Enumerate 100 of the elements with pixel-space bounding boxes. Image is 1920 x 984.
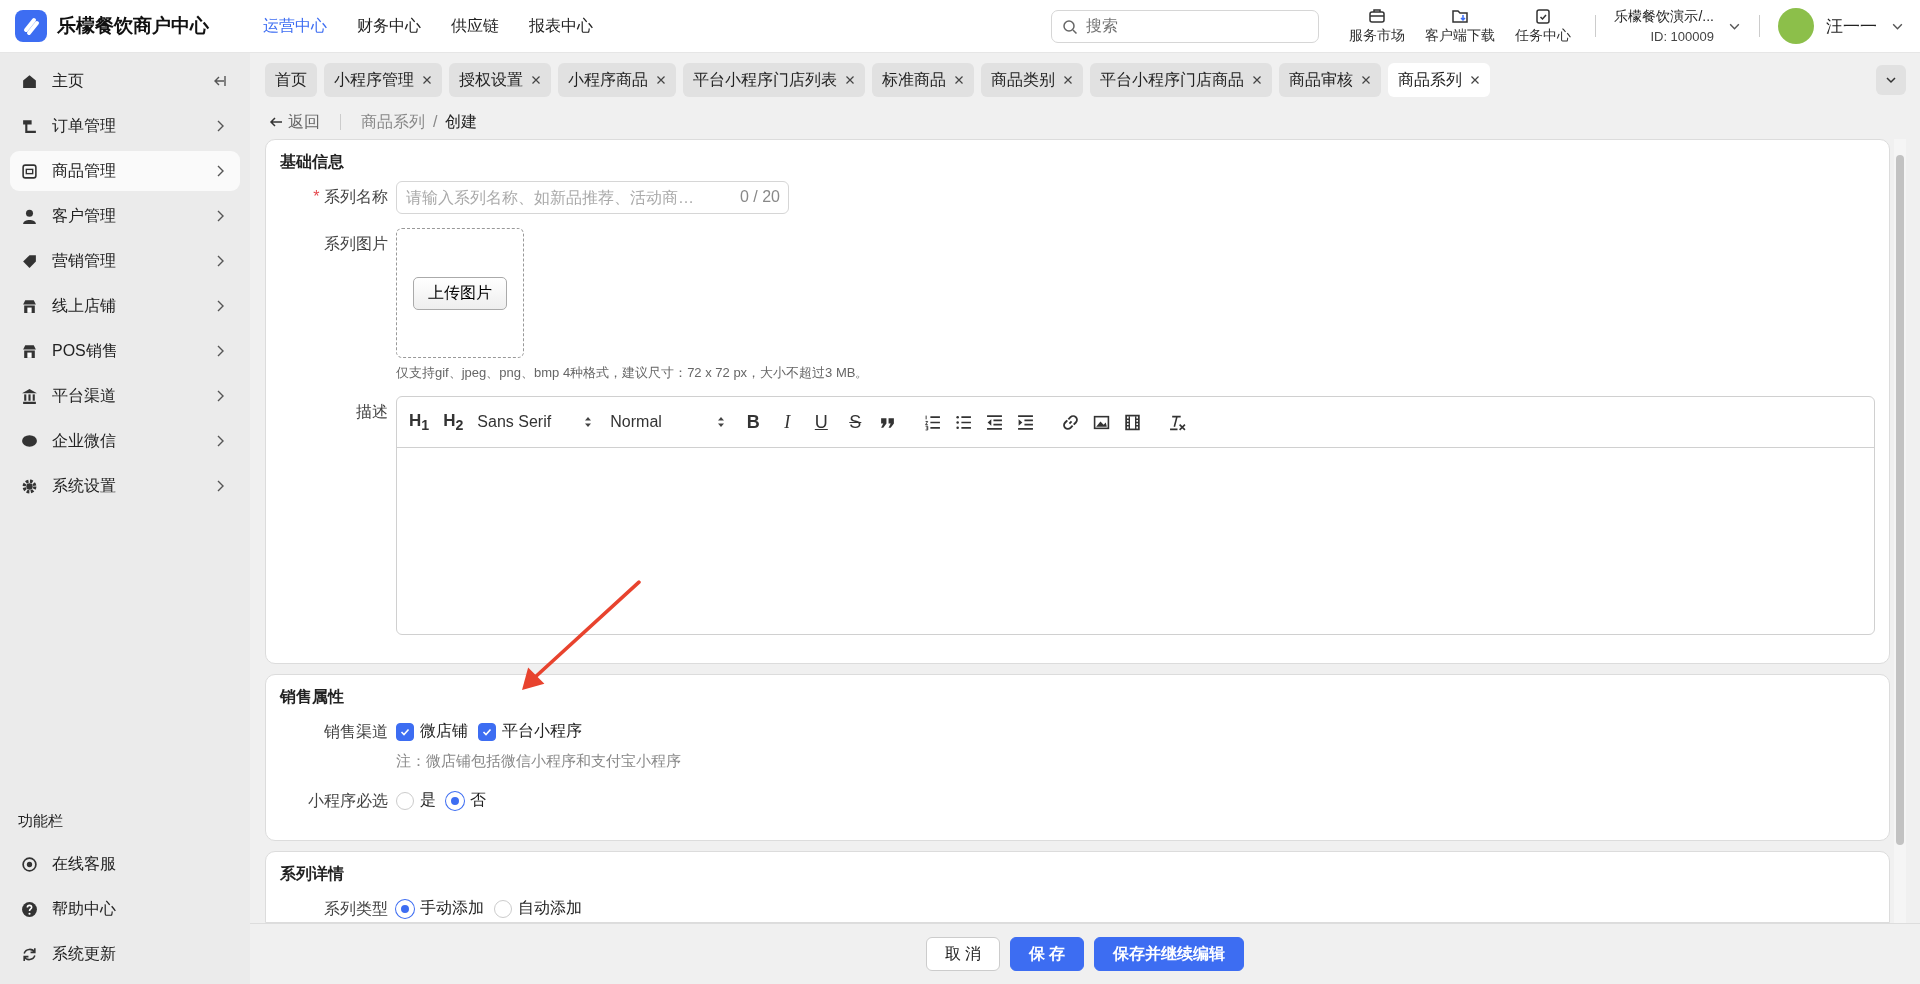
collapse-icon[interactable] <box>212 73 228 89</box>
field-label: 销售渠道 <box>324 723 388 740</box>
radio-button[interactable] <box>494 899 512 918</box>
tab[interactable]: 商品系列 <box>1388 63 1490 97</box>
primary-button[interactable]: 保 存 <box>1010 937 1085 971</box>
tab[interactable]: 小程序管理 <box>324 63 442 97</box>
checkbox-option[interactable]: 平台小程序 <box>478 721 582 742</box>
nav-link[interactable]: 运营中心 <box>263 15 327 37</box>
heading-button[interactable]: H$_{1}$ <box>409 410 430 434</box>
help-icon <box>21 900 38 918</box>
rich-text-editor[interactable]: H$_{1}$ H$_{2}$ Sans Serif Normal B I U S <box>396 396 1875 635</box>
sidebar-item[interactable]: 主页 <box>10 61 240 101</box>
folder-download-icon <box>1451 7 1470 25</box>
dropdown[interactable]: Normal <box>610 413 726 431</box>
link-icon[interactable] <box>1062 413 1080 431</box>
scrollbar[interactable] <box>1894 139 1906 923</box>
upload-area[interactable]: 上传图片 <box>396 228 524 358</box>
sidebar-item[interactable]: POS销售 <box>10 331 240 371</box>
tab[interactable]: 商品审核 <box>1279 63 1381 97</box>
radio-option[interactable]: 自动添加 <box>494 898 582 919</box>
clear-format-icon[interactable] <box>1169 413 1187 431</box>
ordered-list-icon[interactable] <box>924 413 942 431</box>
outdent-icon[interactable] <box>986 413 1004 431</box>
user-name: 汪一一 <box>1826 15 1877 38</box>
required-mark: * <box>313 188 320 205</box>
breadcrumb-separator: / <box>433 113 438 131</box>
sidebar-item[interactable]: 商品管理 <box>10 151 240 191</box>
heading-button[interactable]: H$_{2}$ <box>443 410 464 434</box>
bullet-list-icon[interactable] <box>955 413 973 431</box>
close-icon[interactable] <box>656 75 666 85</box>
upload-button[interactable]: 上传图片 <box>413 276 507 310</box>
radio-option[interactable]: 手动添加 <box>396 898 484 919</box>
back-link[interactable]: 返回 <box>269 111 320 133</box>
sidebar-item[interactable]: 客户管理 <box>10 196 240 236</box>
sidebar-item[interactable]: 订单管理 <box>10 106 240 146</box>
sort-arrows-icon <box>717 416 726 428</box>
close-icon[interactable] <box>1361 75 1371 85</box>
sidebar-item[interactable]: 帮助中心 <box>10 889 240 929</box>
close-icon[interactable] <box>954 75 964 85</box>
hint-text: 仅支持gif、jpeg、png、bmp 4种格式，建议尺寸：72 x 72 px，大小不超过3 MB。 <box>396 364 870 382</box>
toolbar-button[interactable]: 任务中心 <box>1509 7 1578 45</box>
field-label: 小程序必选 <box>308 792 388 809</box>
close-icon[interactable] <box>1470 75 1480 85</box>
film-icon[interactable] <box>1124 413 1142 431</box>
toolbar-button[interactable]: 客户端下载 <box>1419 7 1502 45</box>
radio-option[interactable]: 否 <box>446 790 486 811</box>
sidebar-item[interactable]: 营销管理 <box>10 241 240 281</box>
indent-icon[interactable] <box>1017 413 1035 431</box>
order-icon <box>21 117 38 135</box>
nav-link[interactable]: 财务中心 <box>357 15 421 37</box>
checkbox[interactable] <box>478 722 496 741</box>
home-icon <box>21 72 38 90</box>
dropdown[interactable]: Sans Serif <box>477 413 593 431</box>
toolbar-button[interactable]: 服务市场 <box>1343 7 1412 45</box>
app-title: 乐檬餐饮商户中心 <box>57 14 209 38</box>
close-icon[interactable] <box>1063 75 1073 85</box>
sidebar-item[interactable]: 平台渠道 <box>10 376 240 416</box>
gear-icon <box>21 477 38 495</box>
sidebar-item[interactable]: 系统更新 <box>10 934 240 974</box>
section-title: 基础信息 <box>280 152 345 172</box>
close-icon[interactable] <box>531 75 541 85</box>
sidebar-item[interactable]: 系统设置 <box>10 466 240 506</box>
cancel-button[interactable]: 取 消 <box>925 937 1000 971</box>
image-icon[interactable] <box>1093 413 1111 431</box>
dropdown-button[interactable] <box>1876 65 1906 95</box>
close-icon[interactable] <box>1252 75 1262 85</box>
goods-icon <box>21 162 38 180</box>
support-icon <box>21 855 38 873</box>
refresh-icon <box>21 945 38 963</box>
italic-button[interactable]: I <box>777 411 798 433</box>
nav-link[interactable]: 供应链 <box>451 15 499 37</box>
tab[interactable]: 平台小程序门店列表 <box>683 63 865 97</box>
checkbox[interactable] <box>396 722 414 741</box>
field-label: 系列名称 <box>324 188 388 205</box>
checkbox-option[interactable]: 微店铺 <box>396 721 468 742</box>
radio-option[interactable]: 是 <box>396 790 436 811</box>
sidebar-item[interactable]: 线上店铺 <box>10 286 240 326</box>
strikethrough-button[interactable]: S <box>845 411 866 433</box>
search-icon <box>1062 18 1079 35</box>
underline-button[interactable]: U <box>811 411 832 433</box>
primary-button[interactable]: 保存并继续编辑 <box>1094 937 1245 971</box>
tab[interactable]: 小程序商品 <box>558 63 676 97</box>
breadcrumb-item[interactable]: 创建 <box>445 111 478 133</box>
tab[interactable]: 标准商品 <box>872 63 974 97</box>
radio-button[interactable] <box>396 791 414 810</box>
bold-button[interactable]: B <box>743 411 764 433</box>
sort-arrows-icon <box>584 416 593 428</box>
sidebar-item[interactable]: 企业微信 <box>10 421 240 461</box>
tab[interactable]: 商品类别 <box>981 63 1083 97</box>
close-icon[interactable] <box>422 75 432 85</box>
briefcase-icon <box>1368 7 1387 25</box>
search-field[interactable]: 搜索 <box>1051 9 1320 43</box>
tab[interactable]: 平台小程序门店商品 <box>1090 63 1272 97</box>
tab[interactable]: 首页 <box>265 63 317 97</box>
chat-icon <box>21 432 38 450</box>
close-icon[interactable] <box>845 75 855 85</box>
chevron-down-icon <box>1885 74 1897 86</box>
nav-link[interactable]: 报表中心 <box>529 15 593 37</box>
sidebar-item[interactable]: 在线客服 <box>10 844 240 884</box>
tab[interactable]: 授权设置 <box>449 63 551 97</box>
